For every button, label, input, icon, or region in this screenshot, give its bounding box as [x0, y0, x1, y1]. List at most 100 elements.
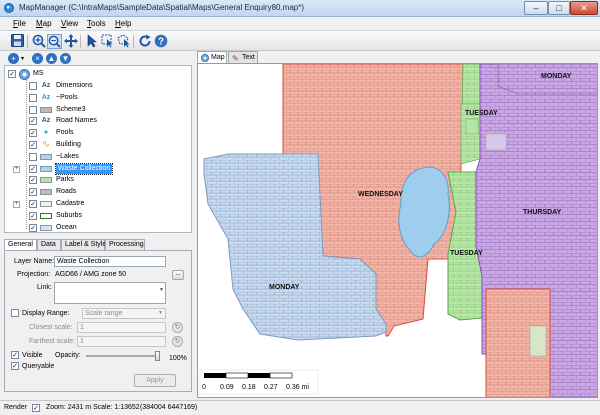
layer-row[interactable]: ~Lakes	[5, 152, 191, 164]
help-icon[interactable]: ?	[153, 34, 168, 49]
layer-name[interactable]: ~Lakes	[56, 152, 79, 162]
polygon-layer-icon	[39, 223, 53, 233]
minimize-button[interactable]: –	[524, 1, 548, 15]
region-label-thursday: THURSDAY	[523, 209, 562, 216]
dropdown-icon[interactable]: ▾	[21, 55, 24, 62]
link-label: Link:	[37, 284, 52, 291]
toolbar-separator	[27, 35, 28, 48]
layer-row[interactable]: Scheme3	[5, 105, 191, 117]
layer-name[interactable]: Waste Collection	[54, 162, 114, 175]
projection-browse-button[interactable]: ...	[172, 270, 184, 280]
layer-name-field[interactable]: Waste Collection	[54, 256, 166, 267]
zoom-out-icon[interactable]	[47, 34, 62, 49]
link-field[interactable]	[54, 282, 166, 304]
layer-row[interactable]: + ✓ Waste Collection	[5, 162, 191, 176]
layer-checkbox[interactable]	[29, 93, 37, 102]
remove-layer-icon[interactable]: ×	[32, 53, 43, 64]
layer-row[interactable]: ✓ Ocean	[5, 223, 191, 235]
select-box-icon[interactable]	[100, 34, 115, 49]
expand-icon[interactable]: +	[13, 165, 20, 173]
layer-name[interactable]: Parks	[56, 175, 74, 185]
layer-checkbox[interactable]: ✓	[29, 188, 37, 197]
tab-text[interactable]: ✎ Text	[228, 51, 258, 63]
layer-name[interactable]: Road Names	[56, 116, 97, 126]
layer-name[interactable]: Roads	[56, 187, 76, 197]
move-down-icon[interactable]: ▼	[60, 53, 71, 64]
maximize-button[interactable]: □	[548, 1, 570, 15]
region-label-monday: MONDAY	[269, 284, 300, 291]
opacity-slider-track[interactable]	[86, 355, 160, 357]
layer-checkbox[interactable]	[29, 105, 37, 114]
map-canvas[interactable]: MONDAY TUESDAY WEDNESDAY TUESDAY THURSDA…	[197, 63, 598, 398]
tab-processing[interactable]: Processing	[105, 239, 145, 250]
menu-map[interactable]: Map	[36, 19, 52, 28]
zoom-in-icon[interactable]	[31, 34, 46, 49]
display-range-checkbox[interactable]	[11, 309, 19, 317]
current-scale-icon[interactable]: ↻	[172, 336, 183, 347]
toolbar-separator	[80, 35, 81, 48]
layer-checkbox[interactable]: ✓	[29, 117, 37, 126]
menu-view[interactable]: View	[61, 19, 78, 28]
layer-row[interactable]: + ✓ Cadastre	[5, 199, 191, 211]
tab-map[interactable]: Map	[197, 51, 227, 63]
layer-row[interactable]: ✓ ∿ Building	[5, 140, 191, 152]
layer-checkbox[interactable]: ✓	[29, 200, 37, 208]
layer-name[interactable]: Suburbs	[56, 211, 82, 221]
root-layer-name[interactable]: MS	[33, 69, 44, 79]
layer-name[interactable]: Pools	[56, 128, 74, 138]
closest-scale-field[interactable]: 1	[77, 322, 166, 333]
visible-checkbox[interactable]: ✓	[11, 351, 19, 359]
farthest-scale-label: Farthest scale:	[29, 338, 75, 345]
opacity-slider-thumb[interactable]	[155, 351, 160, 361]
menu-help[interactable]: Help	[115, 19, 131, 28]
polygon-layer-icon	[39, 164, 53, 174]
layer-checkbox[interactable]: ✓	[29, 141, 37, 149]
layer-checkbox[interactable]	[29, 82, 37, 90]
move-up-icon[interactable]: ▲	[46, 53, 57, 64]
render-checkbox[interactable]: ✓	[32, 404, 40, 412]
close-button[interactable]: ✕	[570, 1, 598, 15]
svg-text:?: ?	[157, 37, 163, 48]
menu-tools[interactable]: Tools	[87, 19, 106, 28]
layer-name[interactable]: Dimensions	[56, 81, 93, 91]
layer-tree: ✓ MS Az Dimensions Az ~Pools Scheme3 ✓ Az Road …	[4, 65, 192, 233]
apply-button[interactable]: Apply	[134, 374, 176, 387]
layer-name[interactable]: ~Pools	[56, 93, 78, 103]
tab-label-style[interactable]: Label & Style	[61, 239, 106, 250]
display-range-select[interactable]: Scale range	[82, 308, 166, 319]
layer-checkbox[interactable]: ✓	[29, 223, 37, 232]
queryable-checkbox[interactable]: ✓	[11, 362, 19, 370]
layer-checkbox[interactable]	[29, 152, 37, 161]
current-scale-icon[interactable]: ↻	[172, 322, 183, 333]
layer-row[interactable]: ✓ Parks	[5, 175, 191, 187]
layer-checkbox[interactable]: ✓	[29, 129, 37, 138]
expand-icon[interactable]: +	[13, 201, 20, 208]
pan-icon[interactable]	[63, 34, 78, 49]
layer-checkbox[interactable]: ✓	[29, 176, 37, 185]
layer-row[interactable]: Az Dimensions	[5, 81, 191, 93]
select-arrow-icon[interactable]	[84, 34, 99, 49]
text-layer-icon: Az	[41, 82, 51, 89]
layer-row[interactable]: ✓ Suburbs	[5, 211, 191, 223]
layer-name[interactable]: Building	[56, 140, 81, 150]
chevron-down-icon: ▼	[158, 310, 163, 316]
layer-name[interactable]: Cadastre	[56, 199, 84, 209]
layer-row[interactable]: ✓ Az Road Names	[5, 116, 191, 128]
layer-checkbox[interactable]: ✓	[29, 211, 37, 220]
add-layer-icon[interactable]: +	[8, 53, 19, 64]
layer-row[interactable]: Az ~Pools	[5, 93, 191, 105]
root-checkbox[interactable]: ✓	[8, 70, 16, 78]
menu-file[interactable]: File	[13, 19, 26, 28]
layer-checkbox[interactable]: ✓	[29, 164, 37, 173]
layer-name[interactable]: Scheme3	[56, 105, 86, 115]
save-icon[interactable]	[10, 34, 25, 49]
layer-name[interactable]: Ocean	[56, 223, 77, 233]
refresh-icon[interactable]	[137, 34, 152, 49]
layer-row[interactable]: ✓ ● Pools	[5, 128, 191, 140]
select-polygon-icon[interactable]	[116, 34, 131, 49]
farthest-scale-field[interactable]: 1	[77, 336, 166, 347]
layer-row[interactable]: ✓ Roads	[5, 187, 191, 199]
visible-label: Visible	[22, 352, 43, 359]
tab-data[interactable]: Data	[37, 239, 61, 250]
region-label-monday-north: MONDAY	[541, 73, 572, 80]
